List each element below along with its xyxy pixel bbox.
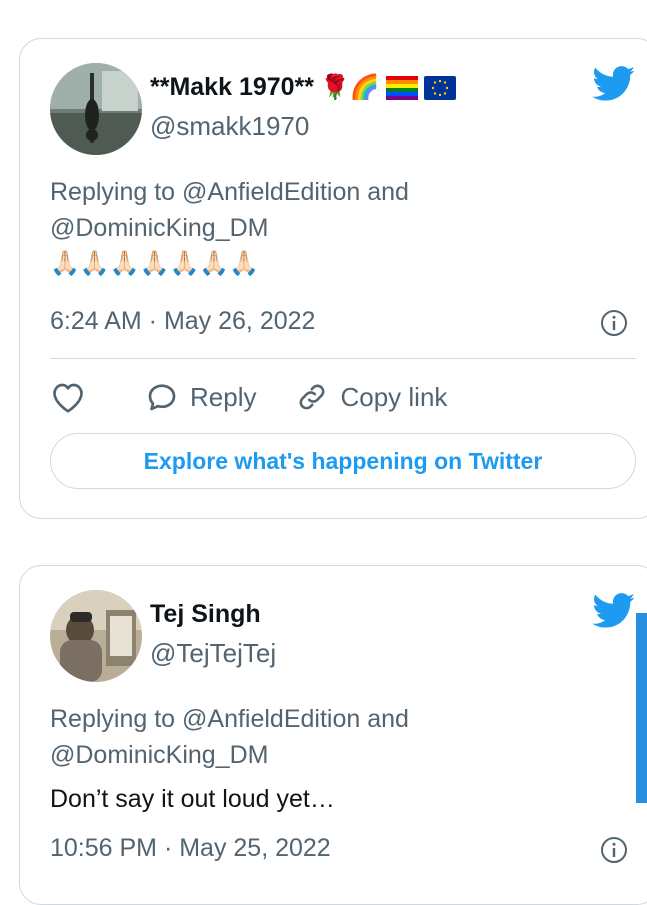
display-name[interactable]: **Makk 1970** <box>150 73 314 102</box>
reply-label: Reply <box>190 381 257 412</box>
replying-to: Replying to @AnfieldEdition and @Dominic… <box>50 174 610 246</box>
tweet-timestamp[interactable]: 6:24 AM · May 26, 2022 <box>50 307 315 336</box>
tweet-timestamp[interactable]: 10:56 PM · May 25, 2022 <box>50 834 331 863</box>
link-icon <box>294 380 330 414</box>
info-icon[interactable] <box>600 836 628 864</box>
rose-rainbow-emoji: 🌹🌈 <box>320 74 380 101</box>
like-button[interactable] <box>50 380 86 414</box>
reply-line-1: Replying to @AnfieldEdition and <box>50 178 409 206</box>
reply-button[interactable]: Reply <box>144 380 256 414</box>
tweet-card-makk[interactable]: **Makk 1970** 🌹🌈 @smakk1970 Replying to … <box>19 38 647 519</box>
info-icon[interactable] <box>600 309 628 337</box>
display-name-row[interactable]: Tej Singh <box>150 600 261 629</box>
flag-icon <box>385 75 418 100</box>
tweet-actions: Reply Copy link <box>50 377 447 417</box>
user-handle[interactable]: @TejTejTej <box>150 638 276 669</box>
twitter-bird-icon[interactable] <box>592 593 636 629</box>
avatar[interactable] <box>50 590 142 682</box>
display-name-row[interactable]: **Makk 1970** 🌹🌈 <box>150 73 456 102</box>
replying-to: Replying to @AnfieldEdition and @Dominic… <box>50 701 610 773</box>
copy-link-button[interactable]: Copy link <box>294 380 447 414</box>
scroll-indicator <box>636 613 647 803</box>
eu-flag-icon <box>423 75 456 100</box>
reply-bubble-icon <box>144 380 180 414</box>
tweet-card-tej[interactable]: Tej Singh @TejTejTej Replying to @Anfiel… <box>19 565 647 905</box>
tweet-text: 🙏🏻🙏🏻🙏🏻🙏🏻🙏🏻🙏🏻🙏🏻 <box>50 250 260 277</box>
heart-icon <box>50 380 86 414</box>
user-handle[interactable]: @smakk1970 <box>150 111 309 142</box>
divider <box>50 358 636 359</box>
reply-line-1: Replying to @AnfieldEdition and <box>50 705 409 733</box>
copy-link-label: Copy link <box>340 381 448 412</box>
display-name[interactable]: Tej Singh <box>150 600 261 629</box>
explore-twitter-button[interactable]: Explore what's happening on Twitter <box>50 433 636 489</box>
tweet-text: Don’t say it out loud yet… <box>50 785 335 813</box>
reply-line-2: @DominicKing_DM <box>50 741 269 769</box>
twitter-bird-icon[interactable] <box>592 66 636 102</box>
reply-line-2: @DominicKing_DM <box>50 214 269 242</box>
avatar[interactable] <box>50 63 142 155</box>
